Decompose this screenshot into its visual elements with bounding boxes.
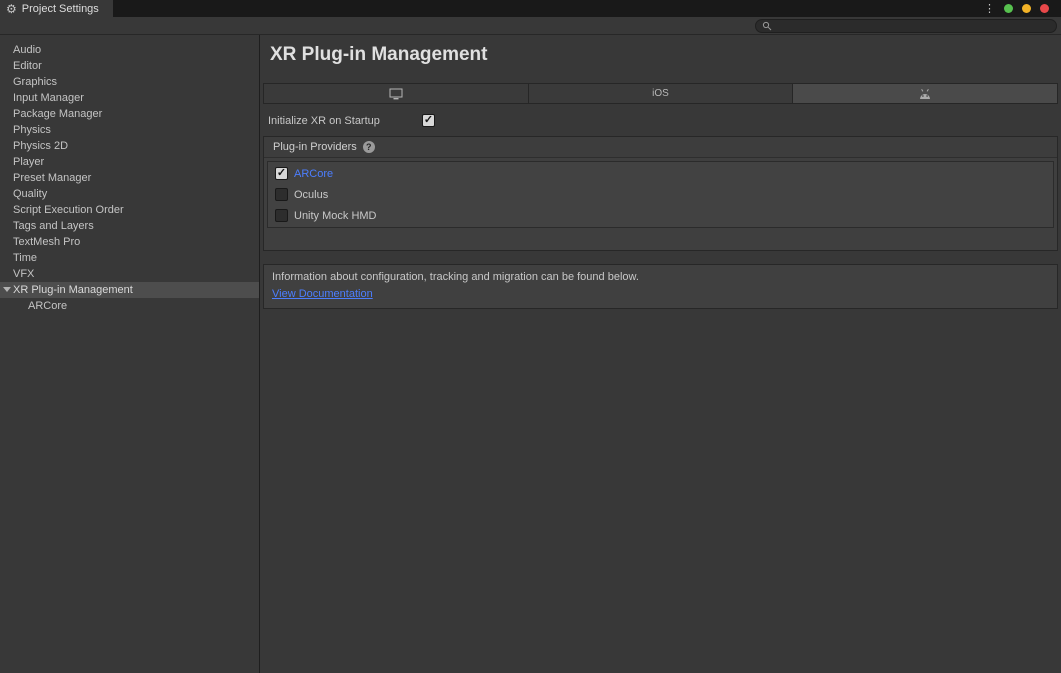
oculus-checkbox[interactable] xyxy=(275,188,288,201)
sidebar-item-arcore[interactable]: ARCore xyxy=(0,298,259,314)
titlebar-controls: ⋮ xyxy=(984,0,1061,17)
initialize-xr-label: Initialize XR on Startup xyxy=(268,115,422,127)
project-settings-window: ⚙ Project Settings ⋮ Audio Editor Graphi… xyxy=(0,0,1061,673)
sidebar-item-time[interactable]: Time xyxy=(0,250,259,266)
sidebar-item-preset-manager[interactable]: Preset Manager xyxy=(0,170,259,186)
tab-ios-label: iOS xyxy=(652,88,669,99)
foldout-expanded-icon[interactable] xyxy=(3,287,11,292)
info-box: Information about configuration, trackin… xyxy=(263,264,1058,309)
window-tab-project-settings[interactable]: ⚙ Project Settings xyxy=(0,0,113,17)
oculus-label: Oculus xyxy=(294,189,328,201)
provider-list: ARCore Oculus Unity Mock HMD xyxy=(267,161,1054,228)
sidebar-item-physics[interactable]: Physics xyxy=(0,122,259,138)
sidebar-item-physics-2d[interactable]: Physics 2D xyxy=(0,138,259,154)
gear-icon: ⚙ xyxy=(6,3,17,15)
platform-tabbar: iOS xyxy=(263,83,1058,104)
overflow-menu-icon[interactable]: ⋮ xyxy=(984,2,995,15)
android-icon xyxy=(918,88,932,100)
sidebar-item-textmesh-pro[interactable]: TextMesh Pro xyxy=(0,234,259,250)
initialize-xr-row: Initialize XR on Startup xyxy=(268,114,1061,127)
titlebar: ⚙ Project Settings ⋮ xyxy=(0,0,1061,17)
xr-plugin-management-panel: XR Plug-in Management iOS xyxy=(260,35,1061,673)
provider-row-oculus[interactable]: Oculus xyxy=(268,184,1053,205)
provider-row-unity-mock-hmd[interactable]: Unity Mock HMD xyxy=(268,205,1053,226)
plugin-providers-title: Plug-in Providers xyxy=(273,141,357,153)
sidebar-item-player[interactable]: Player xyxy=(0,154,259,170)
window-button-red[interactable] xyxy=(1040,4,1049,13)
provider-row-arcore[interactable]: ARCore xyxy=(268,163,1053,184)
monitor-icon xyxy=(389,88,403,100)
tab-ios[interactable]: iOS xyxy=(529,84,794,103)
initialize-xr-checkbox[interactable] xyxy=(422,114,435,127)
arcore-label: ARCore xyxy=(294,168,333,180)
search-box[interactable] xyxy=(755,19,1057,33)
sidebar-item-vfx[interactable]: VFX xyxy=(0,266,259,282)
settings-sidebar: Audio Editor Graphics Input Manager Pack… xyxy=(0,35,260,673)
sidebar-item-quality[interactable]: Quality xyxy=(0,186,259,202)
unity-mock-hmd-label: Unity Mock HMD xyxy=(294,210,377,222)
plugin-providers-group: Plug-in Providers ? ARCore Oculus Unity … xyxy=(263,136,1058,251)
tab-desktop[interactable] xyxy=(264,84,529,103)
sidebar-item-editor[interactable]: Editor xyxy=(0,58,259,74)
help-icon[interactable]: ? xyxy=(363,141,375,153)
view-documentation-link[interactable]: View Documentation xyxy=(272,288,373,300)
info-text: Information about configuration, trackin… xyxy=(272,271,1049,283)
search-input[interactable] xyxy=(776,20,1050,32)
sidebar-item-xr-plugin-management[interactable]: XR Plug-in Management xyxy=(0,282,259,298)
sidebar-item-input-manager[interactable]: Input Manager xyxy=(0,90,259,106)
unity-mock-hmd-checkbox[interactable] xyxy=(275,209,288,222)
tab-android[interactable] xyxy=(793,84,1057,103)
content-area: Audio Editor Graphics Input Manager Pack… xyxy=(0,35,1061,673)
plugin-providers-header: Plug-in Providers ? xyxy=(264,137,1057,158)
window-button-green[interactable] xyxy=(1004,4,1013,13)
sidebar-item-tags-and-layers[interactable]: Tags and Layers xyxy=(0,218,259,234)
group-bottom-space xyxy=(264,231,1057,250)
window-button-yellow[interactable] xyxy=(1022,4,1031,13)
window-title: Project Settings xyxy=(22,3,99,15)
toolbar xyxy=(0,17,1061,35)
sidebar-item-graphics[interactable]: Graphics xyxy=(0,74,259,90)
sidebar-item-script-execution-order[interactable]: Script Execution Order xyxy=(0,202,259,218)
page-title: XR Plug-in Management xyxy=(270,44,1061,66)
search-icon xyxy=(762,21,772,31)
arcore-checkbox[interactable] xyxy=(275,167,288,180)
sidebar-item-package-manager[interactable]: Package Manager xyxy=(0,106,259,122)
sidebar-item-audio[interactable]: Audio xyxy=(0,42,259,58)
